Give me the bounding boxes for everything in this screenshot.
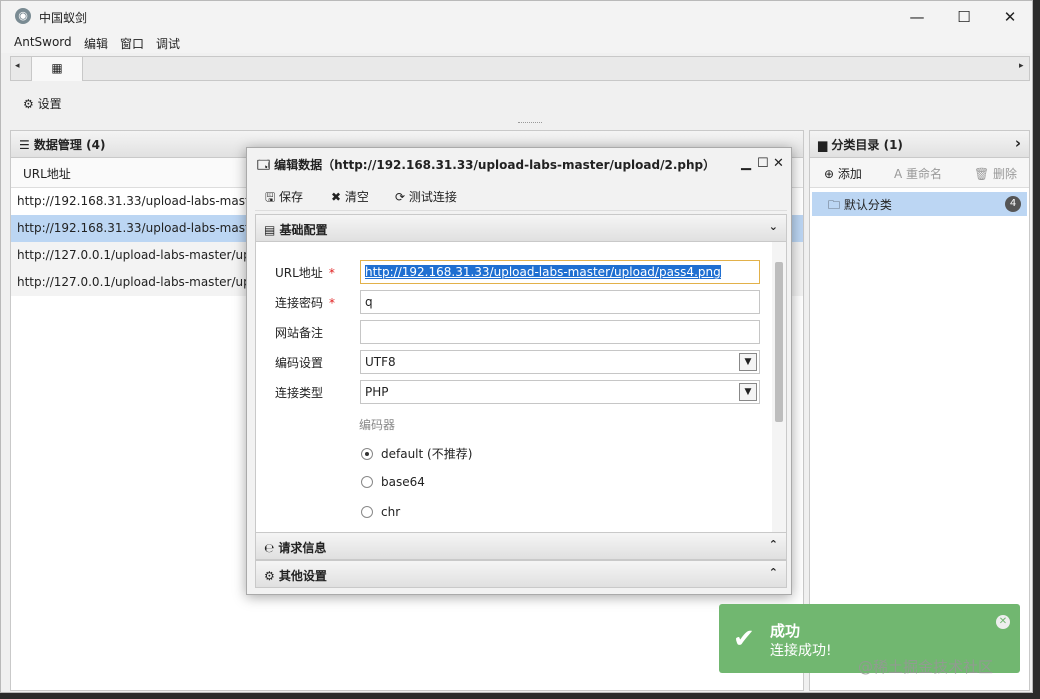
url-field[interactable]: http://192.168.31.33/upload-labs-master/… bbox=[360, 260, 760, 284]
encoding-label: 编码设置 bbox=[275, 356, 324, 370]
chevron-up-icon: ⌃ bbox=[768, 566, 778, 579]
category-title-text: ▆ 分类目录 (1) bbox=[818, 138, 903, 152]
grid-icon: ▦ bbox=[51, 61, 63, 75]
dialog-minimize-icon[interactable]: ▁ bbox=[741, 156, 751, 171]
category-label: 🗀 默认分类 bbox=[828, 198, 892, 212]
dialog-title: 🗔 编辑数据（http://192.168.31.33/upload-labs-… bbox=[257, 158, 716, 172]
basic-config-section[interactable]: ▤ 基础配置 ⌄ bbox=[255, 214, 787, 242]
type-select[interactable]: PHP ▼ bbox=[360, 380, 760, 404]
encoder-option-base64[interactable]: base64 bbox=[361, 475, 425, 489]
edit-data-dialog: 🗔 编辑数据（http://192.168.31.33/upload-labs-… bbox=[246, 147, 792, 595]
minimize-button[interactable]: — bbox=[894, 5, 940, 29]
note-field[interactable] bbox=[360, 320, 760, 344]
menu-edit[interactable]: 编辑 bbox=[84, 35, 108, 52]
app-title: 中国蚁剑 bbox=[39, 11, 88, 25]
watermark: @稀土掘金技术社区 bbox=[858, 658, 994, 676]
tab-scroll-left-icon[interactable]: ◂ bbox=[15, 61, 20, 71]
add-category-button[interactable]: ⊕ 添加 bbox=[824, 165, 862, 182]
encoding-select[interactable]: UTF8 ▼ bbox=[360, 350, 760, 374]
clear-button[interactable]: ✖ 清空 bbox=[331, 188, 369, 205]
tab-home[interactable]: ▦ bbox=[31, 56, 83, 81]
category-panel-title: ▆ 分类目录 (1) › bbox=[810, 131, 1029, 158]
check-icon: ✔ bbox=[733, 624, 755, 654]
toast-close-icon[interactable]: ✕ bbox=[996, 615, 1010, 629]
encoder-label: 编码器 bbox=[359, 418, 396, 432]
main-toolbar: ⚙ 设置 bbox=[10, 84, 1030, 126]
category-item-default[interactable]: 🗀 默认分类 4 bbox=[812, 192, 1027, 216]
chevron-down-icon: ▼ bbox=[739, 383, 757, 401]
chevron-up-icon: ⌃ bbox=[768, 538, 778, 551]
radio-checked-icon bbox=[361, 448, 373, 460]
encoder-option-default[interactable]: default (不推荐) bbox=[361, 445, 472, 462]
close-window-button[interactable]: ✕ bbox=[987, 5, 1033, 29]
password-label: 连接密码 * bbox=[275, 296, 336, 310]
menu-antsword[interactable]: AntSword bbox=[14, 35, 72, 49]
app-logo-icon: ◉ bbox=[15, 8, 31, 24]
scrollbar-thumb[interactable] bbox=[775, 262, 783, 422]
resize-grip[interactable] bbox=[518, 122, 542, 124]
other-settings-label: ⚙ 其他设置 bbox=[264, 569, 327, 583]
chevron-right-icon[interactable]: › bbox=[1015, 134, 1021, 152]
category-toolbar: ⊕ 添加 A 重命名 🗑 删除 bbox=[810, 158, 1029, 188]
category-count-badge: 4 bbox=[1005, 196, 1021, 212]
radio-icon bbox=[361, 476, 373, 488]
toast-title: 成功 bbox=[770, 622, 801, 640]
request-info-label: ℮ 请求信息 bbox=[264, 541, 327, 555]
chevron-down-icon: ⌄ bbox=[768, 220, 778, 233]
dialog-maximize-icon[interactable]: ☐ bbox=[757, 156, 769, 171]
tab-scroll-right-icon[interactable]: ▸ bbox=[1019, 61, 1024, 71]
form-scrollbar[interactable] bbox=[772, 242, 786, 532]
menu-debug[interactable]: 调试 bbox=[156, 35, 180, 52]
password-field[interactable]: q bbox=[360, 290, 760, 314]
note-label: 网站备注 bbox=[275, 326, 324, 340]
maximize-button[interactable]: ☐ bbox=[941, 5, 987, 29]
settings-button[interactable]: ⚙ 设置 bbox=[23, 95, 62, 112]
other-settings-section[interactable]: ⚙ 其他设置 ⌃ bbox=[255, 560, 787, 588]
save-button[interactable]: 🖫 保存 bbox=[265, 188, 303, 209]
tab-bar: ◂ ▦ ▸ bbox=[10, 56, 1030, 81]
test-connection-button[interactable]: ⟳ 测试连接 bbox=[395, 188, 457, 205]
radio-icon bbox=[361, 506, 373, 518]
dialog-toolbar: 🖫 保存 ✖ 清空 ⟳ 测试连接 bbox=[255, 181, 787, 211]
toast-message: 连接成功! bbox=[770, 643, 832, 659]
dialog-close-icon[interactable]: ✕ bbox=[773, 156, 784, 171]
chevron-down-icon: ▼ bbox=[739, 353, 757, 371]
basic-config-form: URL地址 * http://192.168.31.33/upload-labs-… bbox=[255, 242, 787, 532]
menu-bar: AntSword 编辑 窗口 调试 bbox=[1, 33, 1032, 53]
basic-config-label: ▤ 基础配置 bbox=[264, 223, 328, 237]
type-label: 连接类型 bbox=[275, 386, 324, 400]
url-label: URL地址 * bbox=[275, 266, 335, 280]
menu-window[interactable]: 窗口 bbox=[120, 35, 144, 52]
delete-category-button[interactable]: 🗑 删除 bbox=[974, 165, 1017, 182]
rename-category-button[interactable]: A 重命名 bbox=[894, 165, 942, 182]
title-bar: ◉ 中国蚁剑 — ☐ ✕ bbox=[1, 1, 1032, 33]
encoder-option-chr[interactable]: chr bbox=[361, 505, 400, 519]
request-info-section[interactable]: ℮ 请求信息 ⌃ bbox=[255, 532, 787, 560]
